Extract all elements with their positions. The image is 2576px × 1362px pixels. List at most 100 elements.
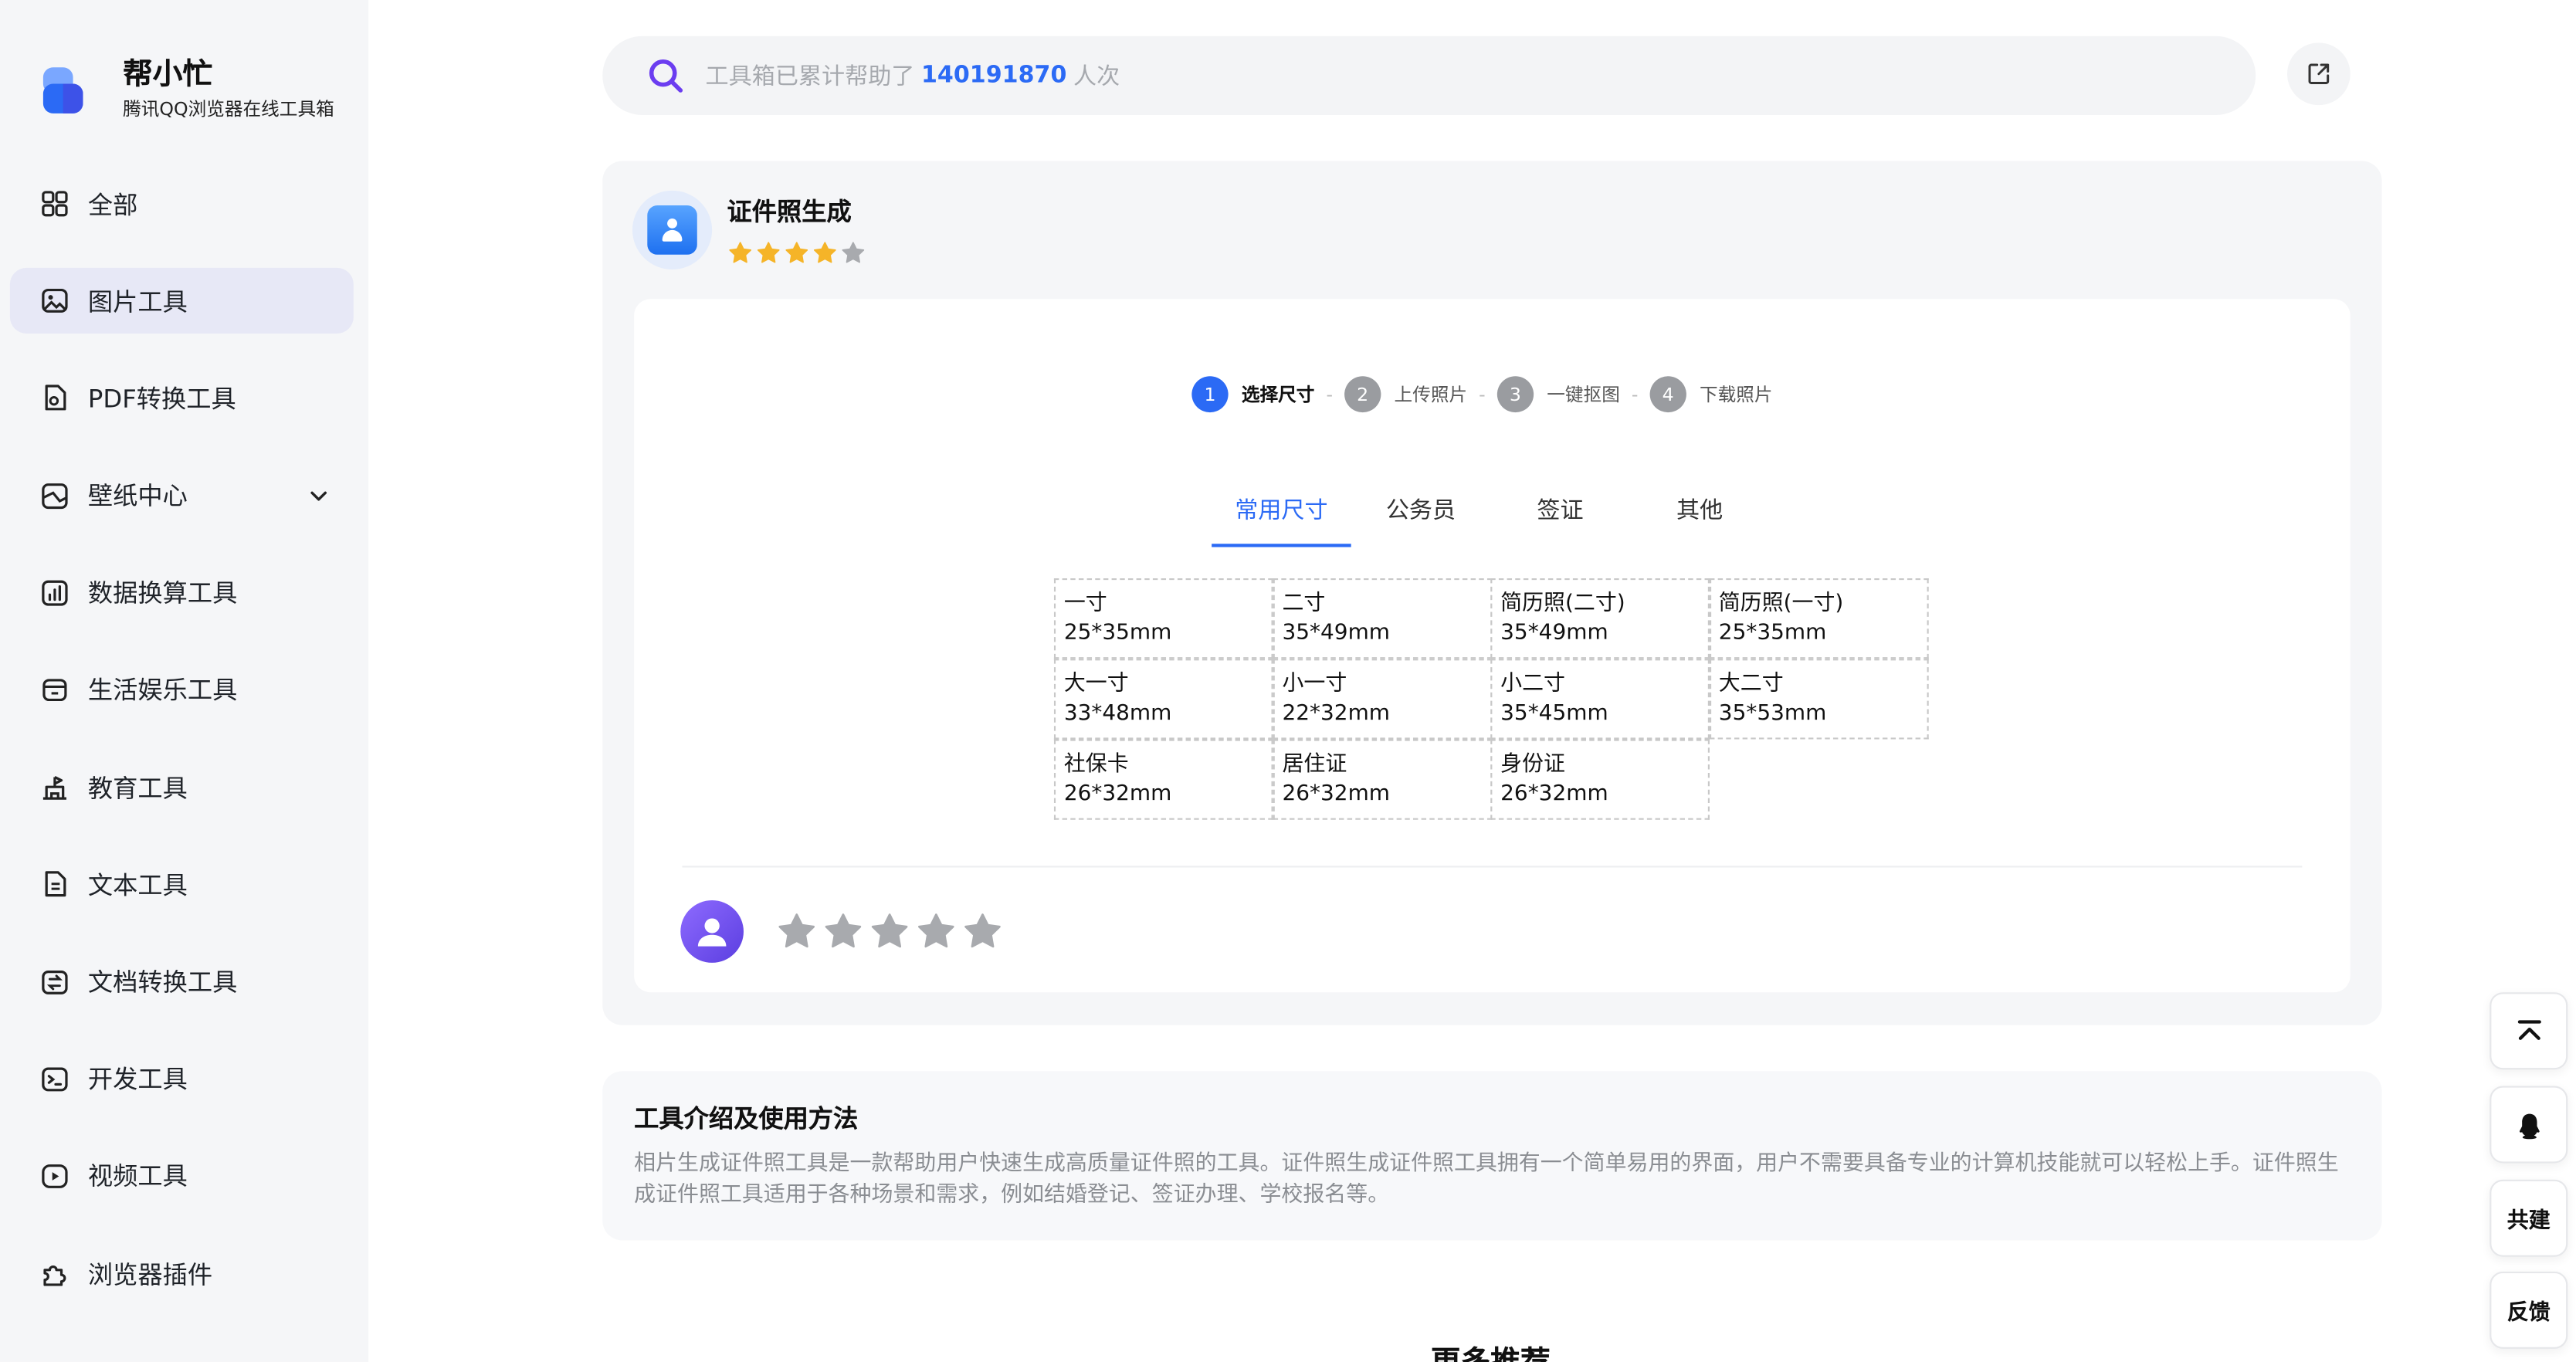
size-dimensions: 22*32mm: [1282, 701, 1391, 727]
size-dimensions: 35*49mm: [1282, 621, 1391, 646]
size-tabs: 常用尺寸 公务员 签证 其他: [1212, 483, 1769, 549]
size-option[interactable]: 大二寸 35*53mm: [1708, 659, 1928, 740]
size-tab[interactable]: 其他: [1630, 483, 1770, 549]
sidebar-item-label: 文档转换工具: [87, 967, 238, 998]
sidebar-item-label: 壁纸中心: [87, 481, 188, 511]
size-dimensions: 35*45mm: [1500, 701, 1608, 727]
search-prefix: 工具箱已累计帮助了: [705, 63, 915, 91]
brand[interactable]: 帮小忙 腾讯QQ浏览器在线工具箱: [36, 56, 334, 123]
image-icon: [40, 286, 70, 316]
size-name: 大一寸: [1063, 672, 1129, 697]
size-name: 一寸: [1063, 591, 1107, 616]
step-label: 上传照片: [1394, 384, 1468, 406]
rate-star-icon[interactable]: [775, 910, 819, 953]
rate-star-icon[interactable]: [822, 910, 865, 953]
size-option[interactable]: 大一寸 33*48mm: [1053, 659, 1273, 740]
intro-title: 工具介绍及使用方法: [634, 1103, 859, 1134]
sidebar-item-label: 全部: [87, 189, 138, 220]
tool-icon-wrap: [632, 190, 713, 269]
logo-icon: [36, 60, 90, 120]
step-label: 下载照片: [1699, 384, 1773, 406]
sidebar-item[interactable]: 视频工具: [10, 1143, 354, 1209]
intro-section: 工具介绍及使用方法 相片生成证件照工具是一款帮助用户快速生成高质量证件照的工具。…: [602, 1071, 2382, 1241]
size-name: 大二寸: [1718, 672, 1784, 697]
star-icon: [842, 242, 865, 263]
size-option[interactable]: 二寸 35*49mm: [1272, 578, 1492, 659]
size-dimensions: 26*32mm: [1500, 781, 1608, 807]
sidebar-item[interactable]: 开发工具: [10, 1046, 354, 1112]
step-number: 2: [1344, 376, 1381, 413]
share-button[interactable]: [2287, 42, 2351, 106]
step-separator: -: [1631, 383, 1639, 405]
sidebar-item-label: PDF转换工具: [87, 384, 236, 414]
sidebar-item-label: 生活娱乐工具: [87, 676, 238, 706]
tool-panel: 1 选择尺寸 -2 上传照片 -3 一键抠图 -4 下载照片 常用尺寸 公务员 签证 其他 一寸 25…: [634, 299, 2351, 993]
size-option[interactable]: 小二寸 35*45mm: [1490, 659, 1710, 740]
share-icon: [2308, 63, 2330, 84]
size-tab[interactable]: 常用尺寸: [1212, 483, 1351, 549]
chevron-down-icon[interactable]: [307, 484, 330, 507]
step-number: 1: [1191, 376, 1229, 413]
sidebar-item-label: 图片工具: [87, 286, 188, 317]
sidebar-item[interactable]: 教育工具: [10, 754, 354, 820]
qq-icon: [2518, 1113, 2539, 1139]
sidebar-item[interactable]: 生活娱乐工具: [10, 657, 354, 723]
sidebar-item[interactable]: 数据换算工具: [10, 560, 354, 625]
sidebar-item[interactable]: 壁纸中心: [10, 462, 354, 528]
sidebar-item[interactable]: 文本工具: [10, 852, 354, 917]
step-number: 4: [1649, 376, 1686, 413]
size-name: 居住证: [1282, 752, 1347, 778]
sidebar-item[interactable]: PDF转换工具: [10, 365, 354, 431]
feedback-button[interactable]: 反馈: [2490, 1271, 2568, 1349]
terminal-icon: [40, 1064, 70, 1093]
step-label: 选择尺寸: [1241, 384, 1315, 406]
size-option[interactable]: 一寸 25*35mm: [1053, 578, 1273, 659]
size-tab[interactable]: 公务员: [1351, 483, 1491, 549]
size-option[interactable]: 简历照(二寸) 35*49mm: [1490, 578, 1710, 659]
grid-icon: [40, 189, 70, 219]
steps: 1 选择尺寸 -2 上传照片 -3 一键抠图 -4 下载照片: [1191, 376, 1784, 413]
size-option[interactable]: 小一寸 22*32mm: [1272, 659, 1492, 740]
star-icon: [785, 242, 808, 263]
avatar: [680, 900, 744, 963]
cobuild-button[interactable]: 共建: [2490, 1179, 2568, 1257]
id-photo-icon: [647, 205, 697, 255]
step-number: 3: [1496, 376, 1534, 413]
convert-icon: [40, 967, 70, 996]
pdf-icon: [40, 384, 70, 413]
sidebar-item-label: 开发工具: [87, 1065, 188, 1095]
size-tab[interactable]: 签证: [1490, 483, 1630, 549]
wallpaper-icon: [40, 481, 70, 510]
qq-button[interactable]: [2490, 1086, 2568, 1164]
store-icon: [40, 675, 70, 704]
size-name: 社保卡: [1063, 752, 1129, 778]
document-icon: [40, 869, 70, 899]
back-to-top-button[interactable]: [2490, 992, 2568, 1070]
play-icon: [40, 1161, 70, 1191]
size-name: 二寸: [1282, 591, 1326, 616]
step-separator: -: [1479, 383, 1486, 405]
star-icon: [757, 242, 780, 263]
size-option[interactable]: 简历照(一寸) 25*35mm: [1708, 578, 1928, 659]
sidebar-item[interactable]: 图片工具: [9, 268, 354, 334]
size-option[interactable]: 居住证 26*32mm: [1272, 739, 1492, 820]
sidebar-item[interactable]: 全部: [10, 171, 354, 236]
sidebar-item-label: 视频工具: [87, 1162, 188, 1192]
sidebar-item[interactable]: 浏览器插件: [10, 1241, 354, 1306]
brand-title: 帮小忙: [123, 57, 213, 93]
puzzle-icon: [40, 1259, 70, 1288]
divider: [682, 866, 2303, 868]
brand-subtitle: 腾讯QQ浏览器在线工具箱: [123, 98, 334, 120]
search-bar[interactable]: 工具箱已累计帮助了 140191870 人次: [602, 36, 2256, 115]
search-suffix: 人次: [1073, 63, 1120, 91]
size-option[interactable]: 身份证 26*32mm: [1490, 739, 1710, 820]
rate-star-icon[interactable]: [961, 910, 1005, 953]
rate-star-icon[interactable]: [914, 910, 958, 953]
size-option[interactable]: 社保卡 26*32mm: [1053, 739, 1273, 820]
size-dimensions: 26*32mm: [1063, 781, 1172, 807]
sidebar-item[interactable]: 文档转换工具: [10, 949, 354, 1015]
size-dimensions: 35*49mm: [1500, 621, 1608, 646]
sidebar: 帮小忙 腾讯QQ浏览器在线工具箱 全部图片工具 PDF转换工具 壁纸中心数据换算工具…: [0, 0, 369, 1362]
rate-star-icon[interactable]: [868, 910, 911, 953]
sidebar-item-label: 教育工具: [87, 773, 188, 803]
